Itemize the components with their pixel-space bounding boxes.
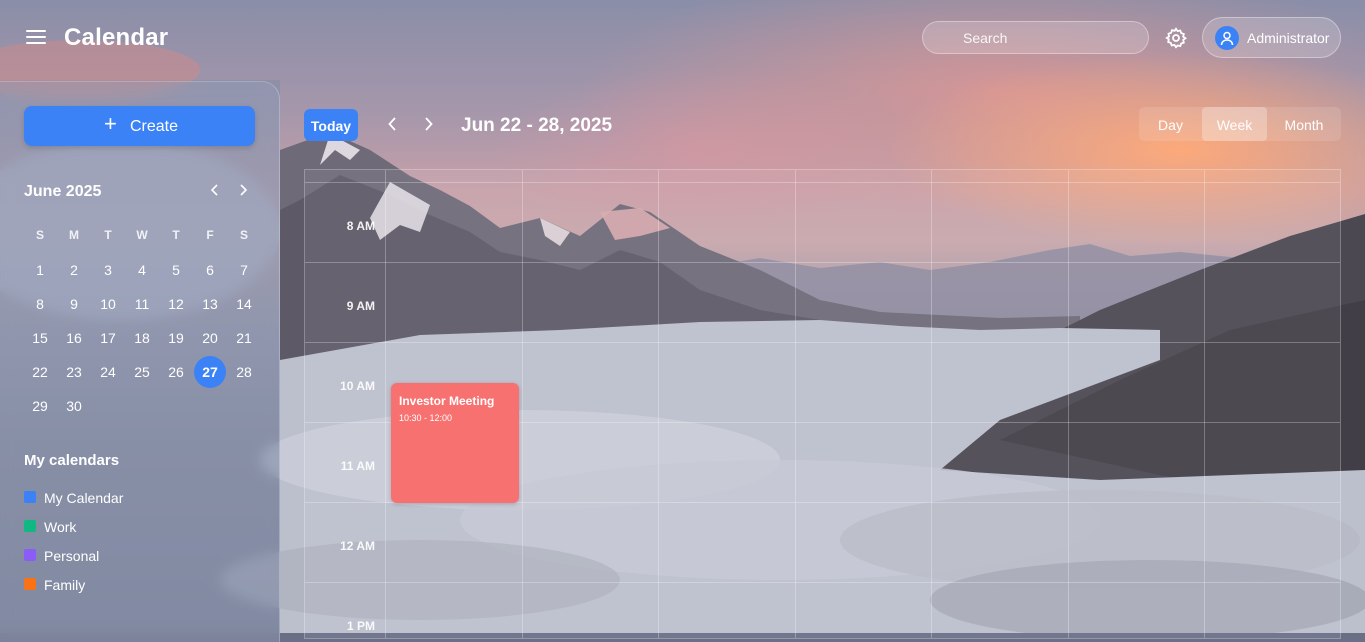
calendar-color-swatch	[24, 520, 36, 532]
hour-label: 8 AM	[346, 219, 375, 233]
hour-line	[305, 582, 1340, 583]
calendar-name: Personal	[44, 548, 100, 564]
previous-week-icon[interactable]	[384, 115, 402, 133]
app-title: Calendar	[64, 24, 169, 51]
day-cell[interactable]: 18	[125, 322, 159, 354]
day-cell[interactable]: 8	[23, 288, 57, 320]
day-cell[interactable]: 21	[227, 322, 261, 354]
weekday-label: T	[104, 228, 112, 242]
plus-icon: +	[104, 111, 117, 136]
day-cell[interactable]: 24	[91, 356, 125, 388]
weekday-label: F	[206, 228, 214, 242]
hour-line	[305, 342, 1340, 343]
day-cell[interactable]: 29	[23, 390, 57, 422]
search-input[interactable]	[923, 22, 1148, 53]
column-divider	[658, 170, 659, 638]
my-calendars-heading: My calendars	[24, 452, 120, 469]
day-cell[interactable]: 17	[91, 322, 125, 354]
calendar-color-swatch	[24, 491, 36, 503]
calendar-color-swatch	[24, 578, 36, 590]
view-month-button[interactable]: Month	[1267, 107, 1341, 141]
hour-label: 9 AM	[346, 299, 375, 313]
day-cell[interactable]: 3	[91, 254, 125, 286]
hamburger-menu-icon[interactable]	[24, 27, 48, 49]
day-cell[interactable]: 22	[23, 356, 57, 388]
weekday-label: T	[172, 228, 180, 242]
day-cell-today[interactable]: 27	[194, 356, 226, 388]
day-cell[interactable]: 16	[57, 322, 91, 354]
day-cell[interactable]: 1	[23, 254, 57, 286]
day-cell[interactable]: 11	[125, 288, 159, 320]
user-menu-button[interactable]: Administrator	[1202, 17, 1341, 58]
hour-label: 12 AM	[340, 539, 375, 553]
day-cell[interactable]: 28	[227, 356, 261, 388]
sidebar: + Create June 2025 S M T W T F S 1 2 3 4…	[0, 81, 280, 642]
column-divider	[1068, 170, 1069, 638]
day-cell[interactable]: 10	[91, 288, 125, 320]
view-switcher: Day Week Month	[1139, 107, 1341, 141]
hour-label: 10 AM	[340, 379, 375, 393]
day-cell[interactable]: 23	[57, 356, 91, 388]
column-divider	[1204, 170, 1205, 638]
column-divider	[795, 170, 796, 638]
day-cell[interactable]: 19	[159, 322, 193, 354]
day-cell[interactable]: 6	[193, 254, 227, 286]
column-divider	[385, 170, 386, 638]
mini-calendar-month: June 2025	[24, 183, 102, 200]
calendar-name: Work	[44, 519, 77, 535]
day-cell[interactable]: 7	[227, 254, 261, 286]
day-cell[interactable]: 9	[57, 288, 91, 320]
top-bar: Calendar Administrator	[0, 0, 1365, 80]
weekday-label: M	[69, 228, 79, 242]
day-cell[interactable]: 12	[159, 288, 193, 320]
date-range-title: Jun 22 - 28, 2025	[461, 115, 613, 136]
view-week-button[interactable]: Week	[1202, 107, 1267, 141]
event-title: Investor Meeting	[399, 394, 495, 408]
day-cell[interactable]: 13	[193, 288, 227, 320]
event-investor-meeting[interactable]: Investor Meeting 10:30 - 12:00	[391, 383, 519, 503]
calendar-name: Family	[44, 577, 86, 593]
day-cell[interactable]: 20	[193, 322, 227, 354]
user-name: Administrator	[1247, 30, 1330, 46]
column-divider	[931, 170, 932, 638]
search-box[interactable]	[922, 21, 1149, 54]
mini-calendar-next-icon[interactable]	[234, 181, 252, 199]
calendar-name: My Calendar	[44, 490, 124, 506]
weekday-label: S	[35, 228, 44, 242]
mini-calendar-prev-icon[interactable]	[206, 181, 224, 199]
settings-gear-icon[interactable]	[1164, 26, 1188, 50]
weekday-label: W	[136, 228, 148, 242]
hour-label: 1 PM	[346, 619, 375, 633]
day-cell[interactable]: 2	[57, 254, 91, 286]
week-grid[interactable]: 8 AM 9 AM 10 AM 11 AM 12 AM 1 PM Investo…	[304, 169, 1341, 639]
view-day-button[interactable]: Day	[1139, 107, 1202, 141]
weekday-label: S	[239, 228, 248, 242]
hour-label: 11 AM	[340, 459, 375, 473]
event-time: 10:30 - 12:00	[399, 413, 453, 423]
today-button[interactable]: Today	[304, 109, 358, 141]
day-cell[interactable]: 26	[159, 356, 193, 388]
day-cell[interactable]: 25	[125, 356, 159, 388]
calendar-color-swatch	[24, 549, 36, 561]
hour-line	[305, 182, 1340, 183]
day-cell[interactable]: 5	[159, 254, 193, 286]
user-avatar-icon	[1215, 26, 1239, 50]
day-cell[interactable]: 30	[57, 390, 91, 422]
hour-line	[305, 262, 1340, 263]
day-cell[interactable]: 14	[227, 288, 261, 320]
create-event-button[interactable]: + Create	[24, 106, 255, 146]
create-label: Create	[130, 118, 179, 135]
day-cell[interactable]: 15	[23, 322, 57, 354]
day-cell[interactable]: 4	[125, 254, 159, 286]
column-divider	[522, 170, 523, 638]
next-week-icon[interactable]	[419, 115, 437, 133]
